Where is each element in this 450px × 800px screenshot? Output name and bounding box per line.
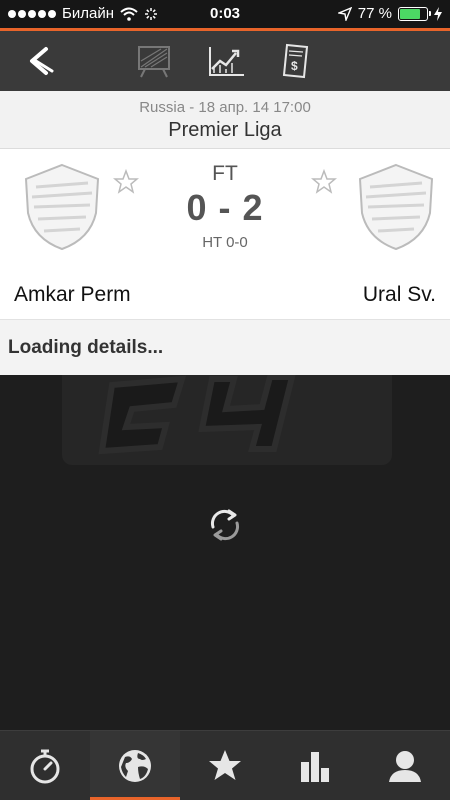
battery-percent: 77 % (357, 5, 392, 22)
charging-icon (434, 6, 442, 21)
match-meta: Russia - 18 апр. 14 17:00 (139, 99, 311, 116)
back-button[interactable] (18, 39, 62, 83)
tab-profile[interactable] (360, 731, 450, 800)
location-arrow-icon (337, 6, 352, 21)
toolbar-stats-button[interactable] (204, 39, 248, 83)
loading-bar: Loading details... (0, 319, 450, 375)
stats-graph-icon (209, 47, 244, 76)
stopwatch-icon (30, 749, 60, 784)
toolbar-board-button[interactable] (132, 39, 176, 83)
tab-live[interactable] (0, 731, 90, 800)
status-bar: Билайн 0:03 77 % (0, 0, 450, 28)
standings-icon (301, 752, 329, 782)
back-arrow-icon (30, 47, 54, 75)
profile-icon (389, 751, 421, 782)
score-block: FT 0 - 2 HT 0-0 Amkar Perm Ural Sv. (0, 149, 450, 319)
watermark-logo-icon (62, 375, 392, 465)
match-header: Russia - 18 апр. 14 17:00 Premier Liga (0, 91, 450, 149)
svg-text:$: $ (291, 59, 298, 73)
home-team-name[interactable]: Amkar Perm (14, 283, 131, 307)
tab-favorites[interactable] (180, 731, 270, 800)
content-area (0, 375, 450, 730)
screen: Билайн 0:03 77 % $ Russia - 18 апр. 14 1… (0, 0, 450, 800)
star-icon (209, 750, 241, 780)
away-favorite-star-icon[interactable] (311, 169, 337, 195)
chart-board-icon (138, 46, 170, 78)
battery-fill (400, 8, 421, 19)
away-team-name[interactable]: Ural Sv. (363, 283, 436, 307)
toolbar: $ (0, 31, 450, 91)
tab-standings[interactable] (270, 731, 360, 800)
loading-text: Loading details... (8, 337, 164, 358)
away-team-shield-icon (358, 163, 434, 251)
battery-icon (398, 6, 431, 21)
status-right: 77 % (337, 5, 442, 22)
tab-all-matches[interactable] (90, 731, 180, 800)
loading-spinner-icon (210, 509, 240, 541)
tab-bar (0, 730, 450, 800)
toolbar-odds-button[interactable]: $ (274, 39, 318, 83)
league-title: Premier Liga (168, 119, 282, 141)
odds-document-icon: $ (282, 43, 309, 79)
globe-icon (119, 750, 151, 782)
